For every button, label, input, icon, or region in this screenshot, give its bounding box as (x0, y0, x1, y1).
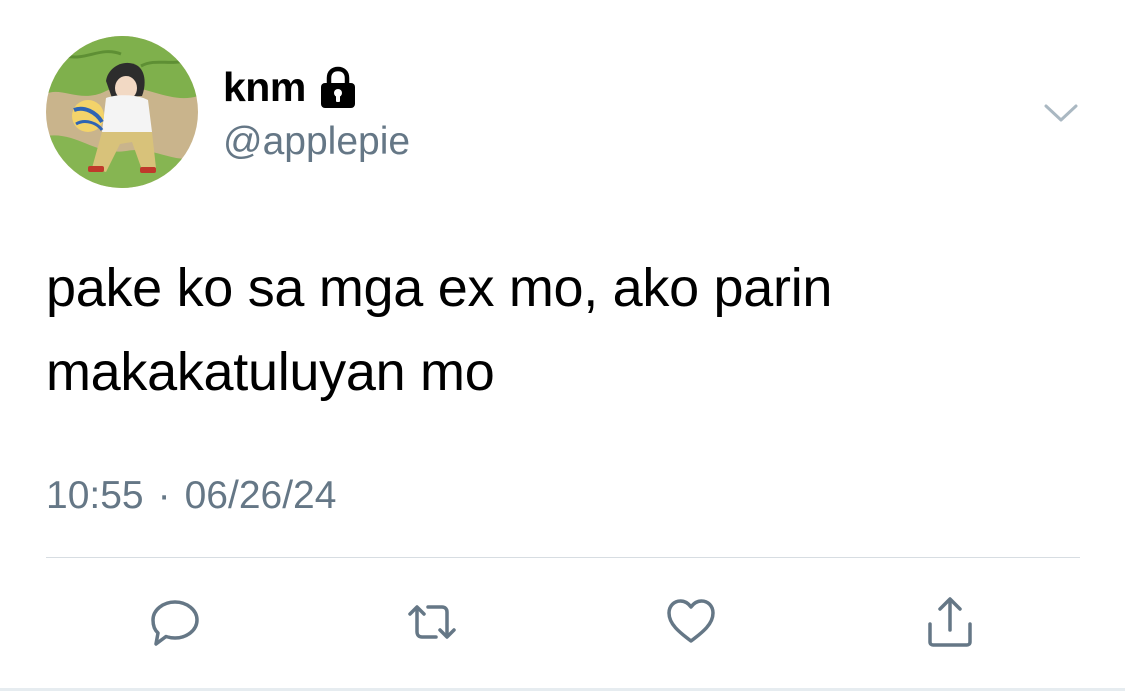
tweet-text-line: pake ko sa mga ex mo, ako parin (46, 258, 833, 318)
chevron-down-icon[interactable] (1040, 96, 1082, 130)
author-handle[interactable]: @applepie (223, 120, 410, 164)
lock-icon (318, 66, 358, 110)
like-button[interactable] (661, 592, 721, 652)
tweet-text-line: makakatuluyan mo (46, 342, 495, 402)
divider (46, 557, 1080, 558)
tweet-date: 06/26/24 (184, 474, 337, 517)
reply-button[interactable] (145, 592, 205, 652)
retweet-button[interactable] (402, 592, 462, 652)
tweet-card: knm @applepie pake ko sa mga ex mo, ako … (0, 0, 1125, 691)
author-name-row[interactable]: knm (223, 62, 358, 112)
tweet-time: 10:55 (46, 474, 144, 517)
avatar-image (46, 36, 198, 188)
heart-icon (667, 599, 715, 643)
display-name[interactable]: knm (223, 64, 306, 111)
share-button[interactable] (920, 592, 980, 652)
share-icon (928, 597, 972, 647)
avatar[interactable] (46, 36, 198, 188)
timestamp-separator: · (157, 474, 171, 517)
comment-icon (151, 600, 199, 646)
tweet-text: pake ko sa mga ex mo, ako parin makakatu… (46, 246, 1086, 414)
timestamp[interactable]: 10:55 · 06/26/24 (46, 474, 336, 518)
retweet-icon (408, 605, 456, 639)
